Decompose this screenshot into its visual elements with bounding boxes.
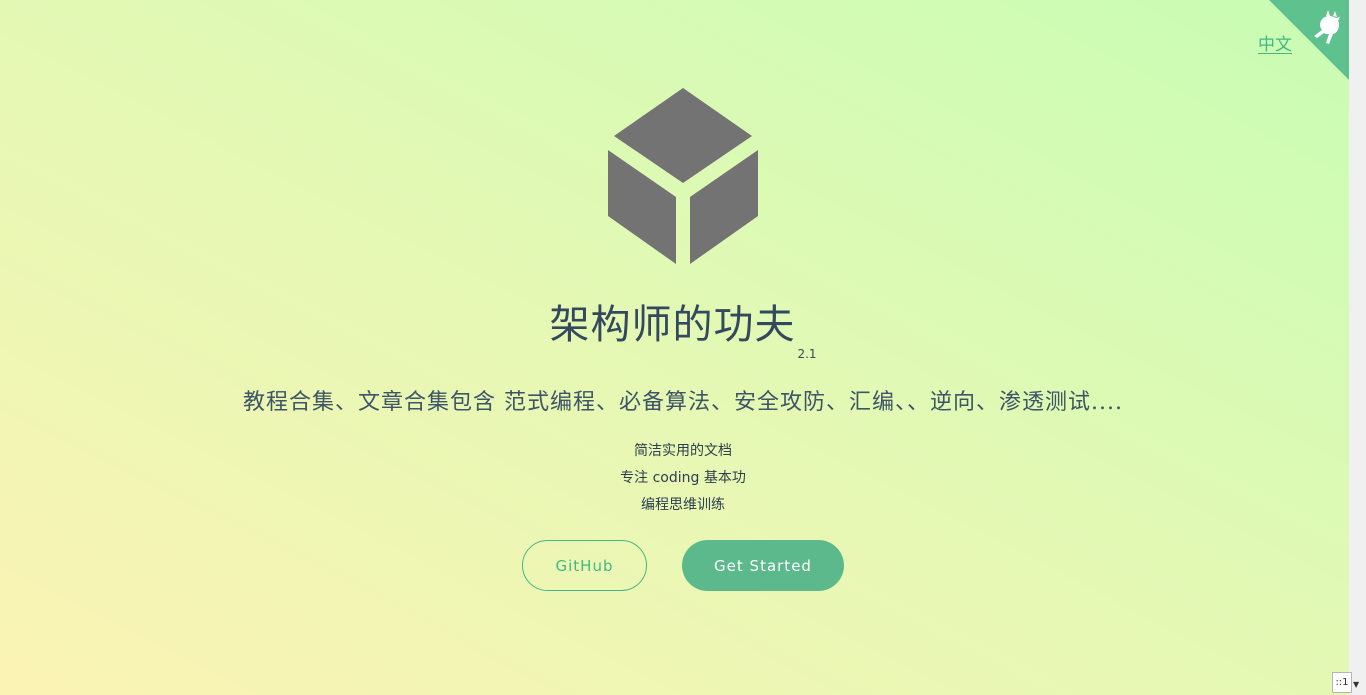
get-started-button[interactable]: Get Started — [682, 540, 844, 591]
cover-heading: 架构师的功夫2.1 — [0, 292, 1366, 361]
line-selector-value: ::1 — [1332, 672, 1352, 693]
feature-item: 编程思维训练 — [641, 497, 725, 513]
feature-list: 简洁实用的文档 专注 coding 基本功 编程思维训练 — [0, 438, 1366, 519]
cover-tagline: 教程合集、文章合集包含 范式编程、必备算法、安全攻防、汇编、、逆向、渗透测试..… — [243, 390, 1123, 415]
page-title: 架构师的功夫 — [549, 302, 796, 348]
github-button[interactable]: GitHub — [522, 540, 647, 591]
line-selector[interactable]: ::1 ▼ — [1332, 672, 1366, 695]
caret-down-icon: ▼ — [1353, 680, 1360, 689]
feature-item: 专注 coding 基本功 — [620, 470, 746, 486]
cube-icon — [608, 88, 758, 264]
feature-item: 简洁实用的文档 — [634, 443, 732, 459]
language-link[interactable]: 中文 — [1258, 30, 1292, 55]
version-badge: 2.1 — [797, 347, 817, 361]
